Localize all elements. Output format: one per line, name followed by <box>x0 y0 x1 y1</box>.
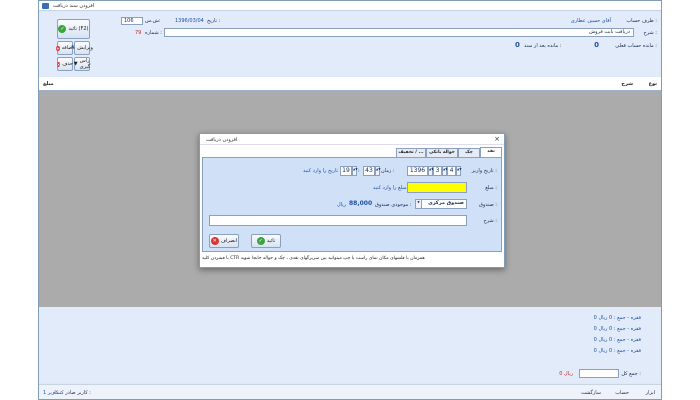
fund-balance-value: 88,000 <box>349 200 373 207</box>
summary-line: 0 فقره - جمع : 0 ریال <box>593 326 641 332</box>
status-item-account[interactable]: حساب <box>615 390 629 396</box>
chevron-down-icon[interactable]: ▼ <box>415 199 422 209</box>
close-icon[interactable]: × <box>494 135 500 143</box>
date-value[interactable]: 1396/03/04 <box>175 18 204 24</box>
remove-icon: ✕ <box>56 61 61 67</box>
note-input[interactable] <box>209 215 467 226</box>
add-receipt-dialog: افزودن دریافت × نقد چک حواله بانکی تخفیف… <box>199 133 505 268</box>
dialog-title-bar: افزودن دریافت × <box>200 134 504 145</box>
after-doc-label: مانده بعد از سند : <box>524 43 562 49</box>
deposit-date-label: تاریخ واریز : <box>471 168 497 174</box>
tab-discount[interactable]: تخفیف / ... <box>396 148 426 157</box>
party-label: طرف حساب : <box>626 18 657 24</box>
check-icon: ✓ <box>256 237 265 245</box>
col-type[interactable]: نوع <box>649 81 657 87</box>
day-field[interactable]: 4 <box>447 166 456 176</box>
ref-label: ش.س: <box>145 18 161 24</box>
balance-value: 0 <box>594 41 599 49</box>
desc-label: شرح : <box>643 30 657 36</box>
cash-tab-panel: تاریخ واریز : 1396 ▲▼ 3 ▲▼ 4 ▲▼ زمان : 4… <box>202 157 502 252</box>
after-doc-value: 0 <box>515 41 520 49</box>
year-field[interactable]: 1396 <box>407 166 428 176</box>
summary-panel: 0 فقره - جمع : 0 ریال 0 فقره - جمع : 0 ر… <box>39 307 661 383</box>
app-icon <box>42 3 49 9</box>
day-spinner-icon[interactable]: ▲▼ <box>456 166 462 176</box>
remove-button[interactable]: ✕ حذف <box>56 57 73 71</box>
summary-line: 0 فقره - جمع : 0 ریال <box>593 348 641 354</box>
fund-select[interactable]: صندوق مرکزی <box>421 199 467 209</box>
amount-hint: مبلغ را وارد کنید <box>373 185 407 191</box>
tab-bank-transfer[interactable]: حواله بانکی <box>426 148 458 157</box>
window-title: افزودن سند دریافت <box>53 3 95 9</box>
issuer-user: کاربر 1 <box>43 390 59 396</box>
time-hint: تاریخ را وارد کنید <box>303 168 338 174</box>
dialog-status-hint: با فشردن کلید CTR همزمان با فلشهای مکان … <box>202 256 425 261</box>
number-label: شماره : <box>145 30 162 36</box>
number-value: 79 <box>135 30 142 36</box>
title-bar: افزودن سند دریافت <box>39 1 661 11</box>
summary-line: 0 فقره - جمع : 0 ریال <box>593 337 641 343</box>
dialog-cancel-button[interactable]: ✕ انصراف <box>209 234 239 248</box>
confirm-button[interactable]: ✓ تائید (F2) <box>57 19 90 39</box>
minute-field[interactable]: 43 <box>363 166 375 176</box>
total-label: جمع کل : <box>621 371 641 377</box>
col-desc[interactable]: شرح <box>621 81 633 87</box>
time-separator: : <box>358 168 360 174</box>
cancel-icon: ✕ <box>210 237 219 245</box>
col-amount[interactable]: مبلغ <box>43 81 54 87</box>
total-field <box>579 369 619 378</box>
hour-field[interactable]: 19 <box>340 166 352 176</box>
dialog-tabs: نقد چک حواله بانکی تخفیف / ... <box>202 147 502 157</box>
grid-header: نوع شرح مبلغ <box>39 77 661 91</box>
fund-balance-label: موجودی صندوق : <box>375 202 412 208</box>
status-bar: کاربر صادر کننده : کاربر 1 سازگشت حساب ا… <box>39 384 661 399</box>
note-label: شرح : <box>483 218 497 224</box>
ref-field[interactable]: 106 <box>121 17 143 25</box>
month-field[interactable]: 3 <box>433 166 442 176</box>
fund-label: صندوق : <box>479 202 497 208</box>
amount-label: مبلغ : <box>485 185 497 191</box>
status-item-tools[interactable]: ابزار <box>646 390 655 396</box>
summary-line: 0 فقره - جمع : 0 ریال <box>593 315 641 321</box>
round-button[interactable]: ▼ راس گیری <box>74 57 90 71</box>
header-panel: ✓ تائید (F2) + اضافه ✎ ویرایش ✕ حذف ▼ را… <box>39 12 661 76</box>
edit-button[interactable]: ✎ ویرایش <box>71 41 93 55</box>
tab-cheque[interactable]: چک <box>458 148 480 157</box>
pencil-icon: ✎ <box>71 45 76 51</box>
total-value: 0 ریال <box>559 371 573 377</box>
tab-cash[interactable]: نقد <box>480 147 502 157</box>
party-value[interactable]: آقای حسین عطاری <box>571 18 611 24</box>
dialog-title: افزودن دریافت <box>206 137 238 143</box>
add-icon: + <box>56 45 60 51</box>
dialog-confirm-button[interactable]: ✓ تائید <box>251 234 281 248</box>
time-label: زمان : <box>381 168 395 174</box>
description-field[interactable]: دریافت بابت فروش <box>164 28 634 37</box>
chevron-down-icon: ▼ <box>73 61 78 67</box>
hour-spinner-icon[interactable]: ▲▼ <box>352 166 358 176</box>
status-item-return[interactable]: سازگشت <box>581 390 601 396</box>
check-icon: ✓ <box>58 25 67 33</box>
main-window: افزودن سند دریافت ✓ تائید (F2) + اضافه ✎… <box>38 0 662 400</box>
minute-spinner-icon[interactable]: ▲▼ <box>375 166 381 176</box>
fund-balance-unit: ریال <box>337 202 346 208</box>
date-label: تاریخ : <box>207 18 221 24</box>
balance-label: مانده حساب فعلی : <box>615 43 657 49</box>
amount-input[interactable] <box>407 182 467 193</box>
issuer-label: کاربر صادر کننده : <box>53 390 91 396</box>
